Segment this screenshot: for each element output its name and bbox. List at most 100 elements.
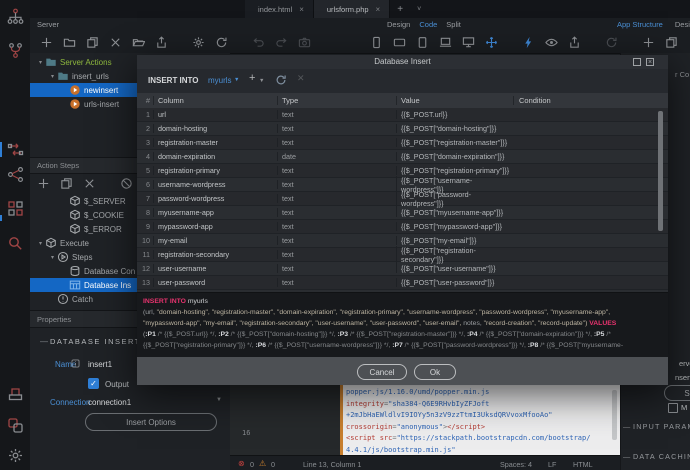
add-column-chevron-icon[interactable]: ▼: [259, 78, 264, 84]
name-field-value[interactable]: insert1: [88, 360, 112, 369]
activity-extensions-icon[interactable]: [7, 417, 24, 434]
ok-button[interactable]: Ok: [414, 364, 456, 380]
tab-close-icon[interactable]: ×: [299, 5, 304, 14]
table-dropdown-chevron-icon[interactable]: ▼: [234, 77, 239, 83]
activity-publish-icon[interactable]: [7, 385, 24, 402]
add-icon[interactable]: [40, 36, 53, 49]
refresh-icon[interactable]: [215, 36, 228, 49]
tab-list-chevron[interactable]: ˅: [410, 0, 428, 18]
tree-caret-icon[interactable]: ▾: [48, 254, 57, 261]
open-folder-icon[interactable]: [132, 36, 145, 49]
remove-column-icon[interactable]: ✕: [297, 73, 305, 84]
refresh-icon[interactable]: [605, 36, 618, 49]
redo-icon[interactable]: [275, 36, 288, 49]
section-collapse-dash[interactable]: —: [623, 422, 630, 431]
activity-sitemap-icon[interactable]: [7, 8, 24, 25]
table-row-user-password[interactable]: 13 user-password text {{$_POST["user-passwo…: [137, 276, 668, 290]
mode-split[interactable]: Split: [446, 20, 461, 29]
right-section-input-param[interactable]: INPUT PARAM: [633, 422, 690, 431]
table-row-registration-secondary[interactable]: 11 registration-secondary text {{$_POST["re…: [137, 245, 668, 264]
table-name-dropdown[interactable]: myurls: [208, 76, 232, 85]
right-panel-button-fragment[interactable]: S: [664, 385, 690, 401]
refresh-columns-icon[interactable]: [275, 74, 287, 86]
copy-icon[interactable]: [60, 177, 73, 190]
settings-icon[interactable]: [192, 36, 205, 49]
line-ending-setting[interactable]: LF: [548, 460, 556, 469]
section-collapse-dash[interactable]: —: [40, 337, 48, 346]
column-header-type[interactable]: Type: [277, 96, 396, 105]
column-header-condition[interactable]: Condition: [513, 96, 668, 105]
tablet-landscape-icon[interactable]: [393, 36, 406, 49]
tab-urlsform.php[interactable]: urlsform.php ×: [313, 0, 391, 23]
tab-close-icon[interactable]: ×: [376, 5, 381, 14]
disable-icon[interactable]: [120, 177, 133, 190]
insert-options-button[interactable]: Insert Options: [85, 413, 217, 431]
code-area[interactable]: popper.js/1.16.0/umd/popper.min.js integr…: [343, 385, 620, 455]
section-collapse-dash[interactable]: —: [623, 452, 630, 461]
add-column-button[interactable]: +: [249, 72, 255, 84]
table-row-registration-master[interactable]: 3 registration-master text {{$_POST["regist…: [137, 136, 668, 150]
activity-workflow-icon[interactable]: [7, 141, 24, 158]
laptop-icon[interactable]: [439, 36, 452, 49]
copy-icon[interactable]: [665, 36, 678, 49]
connection-dropdown-chevron-icon[interactable]: ▼: [216, 397, 222, 403]
table-row-domain-expiration[interactable]: 4 domain-expiration date {{$_POST["domain-e…: [137, 150, 668, 164]
undo-icon[interactable]: [252, 36, 265, 49]
new-tab-button[interactable]: +: [390, 0, 410, 18]
errors-icon[interactable]: ⊗: [238, 459, 245, 468]
output-checkbox[interactable]: ✓: [88, 378, 99, 389]
copy-icon[interactable]: [86, 36, 99, 49]
table-row-user-username[interactable]: 12 user-username text {{$_POST["user-userna…: [137, 262, 668, 276]
info-icon[interactable]: [71, 359, 80, 368]
tab-index.html[interactable]: index.html ×: [245, 0, 314, 25]
connection-field-value[interactable]: connection1: [88, 398, 131, 407]
language-mode[interactable]: HTML: [573, 460, 593, 469]
cancel-button[interactable]: Cancel: [357, 364, 407, 380]
table-row-myusername-app[interactable]: 8 myusername-app text {{$_POST["myusername-…: [137, 206, 668, 220]
mode-code[interactable]: Code: [419, 20, 437, 29]
tree-caret-icon[interactable]: ▾: [48, 73, 57, 80]
column-header-num[interactable]: #: [137, 96, 153, 105]
warnings-icon[interactable]: ⚠: [259, 459, 266, 468]
table-scrollbar[interactable]: [658, 111, 663, 231]
export-icon[interactable]: [155, 35, 168, 49]
table-row-mypassword-app[interactable]: 9 mypassword-app text {{$_POST["mypassword-…: [137, 220, 668, 234]
close-icon[interactable]: [83, 177, 96, 190]
dialog-titlebar[interactable]: Database Insert ×: [137, 55, 668, 70]
share-icon[interactable]: [568, 35, 581, 49]
cursor-position[interactable]: Line 13, Column 1: [303, 460, 361, 469]
editor-scrollbar[interactable]: [612, 390, 617, 440]
desktop-icon[interactable]: [462, 36, 475, 49]
camera-icon[interactable]: [298, 36, 311, 49]
column-header-value[interactable]: Value: [396, 96, 513, 105]
table-row-domain-hosting[interactable]: 2 domain-hosting text {{$_POST["domain-host…: [137, 122, 668, 136]
column-header-column[interactable]: Column: [153, 96, 277, 105]
indentation-setting[interactable]: Spaces: 4: [500, 460, 532, 469]
dialog-close-icon[interactable]: ×: [646, 58, 654, 66]
panel-tab-app-structure[interactable]: App Structure: [617, 20, 663, 29]
activity-search-icon[interactable]: [7, 235, 24, 252]
activity-grid-squares-icon[interactable]: [7, 200, 24, 217]
activity-share-nodes-icon[interactable]: [7, 166, 24, 183]
activity-settings-gear-icon[interactable]: [7, 447, 24, 464]
table-row-url[interactable]: 1 url text {{$_POST.url}}: [137, 108, 668, 122]
right-section-data-cachin[interactable]: DATA CACHIN: [633, 452, 690, 461]
fit-screen-icon[interactable]: [485, 36, 498, 49]
add-icon[interactable]: [37, 177, 50, 190]
bolt-icon[interactable]: [522, 36, 535, 49]
activity-git-branch-icon[interactable]: [7, 42, 24, 59]
right-panel-checkbox-fragment[interactable]: [668, 403, 678, 413]
tree-caret-icon[interactable]: ▾: [36, 240, 45, 247]
tablet-portrait-icon[interactable]: [416, 36, 429, 49]
tree-caret-icon[interactable]: ▾: [36, 59, 45, 66]
panel-tab-design[interactable]: Design: [675, 20, 690, 29]
close-icon[interactable]: [109, 36, 122, 49]
eye-icon[interactable]: [545, 36, 558, 49]
code-editor[interactable]: 16 popper.js/1.16.0/umd/popper.min.js int…: [230, 385, 620, 455]
dialog-maximize-icon[interactable]: [633, 58, 641, 66]
mode-design[interactable]: Design: [387, 20, 410, 29]
add-icon[interactable]: [642, 36, 655, 49]
folder-icon[interactable]: [63, 36, 76, 49]
phone-icon[interactable]: [370, 36, 383, 49]
table-row-password-wordpress[interactable]: 7 password-wordpress text {{$_POST["passwor…: [137, 189, 668, 208]
